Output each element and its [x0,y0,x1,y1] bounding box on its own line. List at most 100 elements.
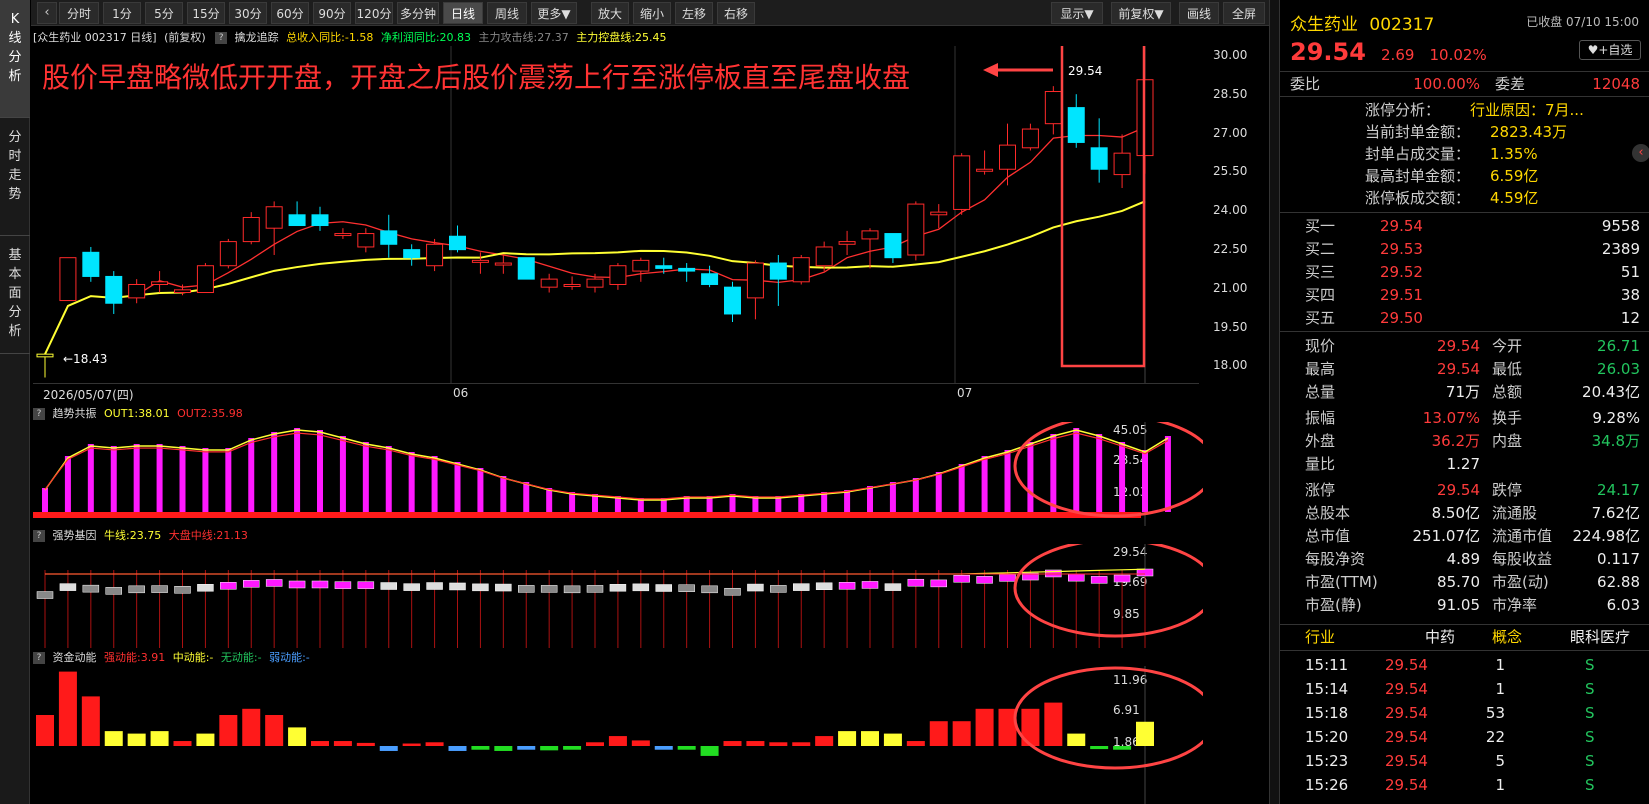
y-tick-label: 21.00 [1213,280,1248,295]
baseline-bar [33,512,1141,518]
tab-kline-label: K线分析 [8,12,22,84]
quote-title: 众生药业 002317 [1290,10,1434,35]
gene-block [36,591,54,599]
trade-time: 15:14 [1305,680,1349,698]
stat-value: 251.07亿 [1412,527,1481,545]
momentum-bar [975,708,994,746]
gene-block [632,583,650,592]
momentum-bar [471,746,490,750]
trade-side: S [1585,776,1595,794]
shift-left-button[interactable]: 左移 [675,2,713,24]
trade-volume: 1 [1495,656,1505,674]
interval-4[interactable]: 15分 [187,2,225,24]
splitter[interactable] [1269,0,1279,804]
stat-label: 市净率 [1492,596,1538,614]
help-icon[interactable]: ? [33,652,45,664]
resonance-bar [42,488,48,512]
draw-button[interactable]: 画线 [1179,2,1219,24]
tab-intraday-label: 分时走势 [8,130,22,202]
momentum-bar [448,746,467,751]
stat-value: 13.07% [1422,409,1480,427]
zoom-out-button[interactable]: 缩小 [633,2,671,24]
interval-7[interactable]: 90分 [313,2,351,24]
shift-right-button[interactable]: 右移 [717,2,755,24]
candle-body [128,283,146,299]
resonance-bar [87,444,94,512]
interval-2[interactable]: 1分 [103,2,141,24]
axis-tick: 9.85 [1113,607,1140,621]
help-icon[interactable]: ? [33,530,45,542]
gene-block [1090,576,1108,584]
candle-body [494,262,512,266]
candle-body [907,203,925,256]
zoom-in-button[interactable]: 放大 [591,2,629,24]
momentum-bar [792,742,811,746]
resonance-bar [202,448,209,512]
momentum-bar [517,746,536,750]
resonance-bar [225,448,232,512]
trade-side: S [1585,728,1595,746]
candle-body [426,243,444,267]
tab-intraday[interactable]: 分时走势 [0,118,30,236]
adjust-dropdown[interactable]: 前复权▼ [1111,2,1171,24]
gene-block [563,585,581,594]
candle-body [609,265,627,285]
interval-5[interactable]: 30分 [229,2,267,24]
date-axis: 2026/05/07(四) 06 07 [33,383,1199,402]
momentum-bar [104,731,123,746]
interval-9[interactable]: 多分钟 [397,2,439,24]
gene-block [678,584,695,592]
candle-body [36,353,54,358]
trade-time: 15:20 [1305,728,1349,746]
industry-value[interactable]: 中药 [1425,625,1455,649]
concept-value[interactable]: 眼科医疗 [1570,625,1630,649]
weibi-label: 委比 [1290,75,1321,93]
gene-block [472,583,489,592]
limit-value: 4.59亿 [1490,189,1539,207]
help-icon[interactable]: ? [33,408,45,420]
interval-12[interactable]: 更多▼ [531,2,577,24]
trade-row: 15:11 29.54 1 S [1280,653,1649,677]
y-tick-label: 22.50 [1213,242,1248,256]
stat-value: 36.2万 [1431,432,1480,450]
momentum-bar [608,736,627,746]
y-tick-label: 27.00 [1213,125,1248,140]
interval-8[interactable]: 120分 [355,2,393,24]
candle-body [1021,128,1039,149]
stat-row: 总股本 8.50亿 流通股 7.62亿 [1280,501,1649,525]
candle-body [82,251,100,277]
quote-panel: 众生药业 002317 已收盘 07/10 15:00 29.54 2.69 1… [1279,0,1649,804]
nav-left-button[interactable]: ‹ [37,2,57,24]
resonance-bar [1096,434,1103,512]
gene-block [82,584,100,593]
chevron-left-icon: ‹ [1638,145,1644,160]
momentum-bar [265,715,284,746]
stat-label: 今开 [1492,337,1523,355]
display-dropdown[interactable]: 显示▼ [1051,2,1103,24]
limit-label: 涨停分析： [1365,101,1441,119]
help-icon[interactable]: ? [215,32,228,44]
stat-label: 流通股 [1492,504,1538,522]
momentum-bar [1067,733,1086,746]
momentum-bar [81,696,100,746]
x-label-06: 06 [453,386,469,400]
tab-kline[interactable]: K线分析 [0,0,30,118]
resonance-bar [1004,450,1011,512]
interval-11[interactable]: 周线 [487,2,527,24]
limit-value: 2823.43万 [1490,123,1568,141]
fullscreen-button[interactable]: 全屏 [1223,2,1265,24]
bid-price: 29.50 [1380,309,1423,327]
gene-block [426,582,443,590]
interval-6[interactable]: 60分 [271,2,309,24]
stat-value: 85.70 [1437,573,1480,591]
tab-fundamental[interactable]: 基本面分析 [0,236,30,354]
interval-10[interactable]: 日线 [443,2,483,24]
collapse-handle[interactable]: ‹ [1632,144,1649,162]
interval-3[interactable]: 5分 [145,2,183,24]
interval-1[interactable]: 分时 [59,2,99,24]
stat-label: 总市值 [1305,527,1351,545]
resonance-bar [546,488,553,512]
gene-block [907,578,925,587]
gene-block [197,584,214,592]
add-watchlist-button[interactable]: ♥+自选 [1579,40,1641,60]
